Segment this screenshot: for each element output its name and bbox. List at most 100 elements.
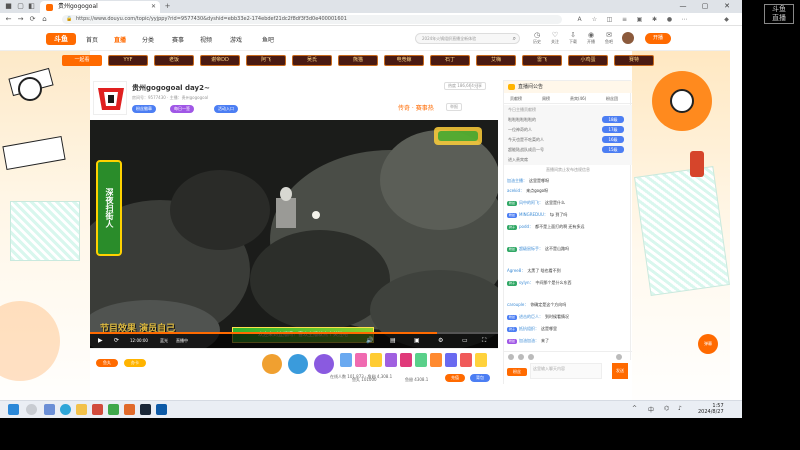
copilot-icon[interactable]: ◆ [722, 15, 731, 24]
site-search-input[interactable]: 2024年火锅组织直播全新体验 ⌕ [415, 33, 520, 44]
input-language[interactable]: 中 [648, 405, 654, 414]
app3-icon[interactable] [124, 404, 135, 415]
yuba-button[interactable]: ✉ 鱼吧 [602, 31, 616, 45]
split-view-icon[interactable]: ◫ [605, 15, 614, 24]
network-icon[interactable]: ⌬ [664, 405, 669, 412]
category-tag[interactable]: YYF [108, 55, 148, 66]
edge-icon[interactable] [60, 404, 71, 415]
gift-item-icon[interactable] [288, 354, 308, 374]
nav-games[interactable]: 游戏 [230, 35, 242, 44]
user-avatar[interactable] [622, 32, 634, 44]
category-tag[interactable]: 赛特 [614, 55, 654, 66]
gift-item-icon[interactable] [430, 353, 442, 367]
douyu-logo[interactable]: 斗鱼 [46, 33, 76, 45]
room-avatar[interactable] [93, 81, 127, 115]
tray-chevron-icon[interactable]: ^ [632, 405, 637, 412]
gift-item-icon[interactable] [415, 353, 427, 367]
close-window-icon[interactable]: ✕ [716, 0, 738, 13]
widgets-icon[interactable] [44, 404, 55, 415]
recharge-button[interactable]: 充值 [445, 374, 465, 382]
send-button[interactable]: 发送 [612, 363, 628, 379]
refresh-stream-icon[interactable]: ⟳ [114, 337, 119, 345]
category-tag[interactable]: 熊猫 [338, 55, 378, 66]
browser-tab[interactable]: 贵州gogogoal ✕ [40, 1, 160, 13]
back-icon[interactable]: ← [4, 15, 13, 24]
backpack-button[interactable]: 背包 [470, 374, 490, 382]
close-tab-icon[interactable]: ✕ [151, 1, 156, 13]
gift-promo-button[interactable]: 鱼丸 [96, 359, 118, 367]
nav-events[interactable]: 赛事 [172, 35, 184, 44]
theater-mode-icon[interactable]: ▭ [462, 337, 468, 345]
rank-row[interactable]: 今天也是不吃菜的人 16级 [508, 135, 630, 144]
category-tag[interactable]: 老饭 [154, 55, 194, 66]
app1-icon[interactable] [92, 404, 103, 415]
volume-icon[interactable]: 🔊 [366, 337, 373, 345]
fullscreen-icon[interactable]: ⛶ [482, 337, 486, 345]
profile-icon[interactable]: ● [665, 15, 674, 24]
quality-selector[interactable]: 蓝光 [160, 337, 168, 345]
url-field[interactable]: 🔒 https://www.douyu.com/topic/yyjppy?rid… [62, 15, 562, 24]
category-tag[interactable]: 雷飞 [522, 55, 562, 66]
maximize-icon[interactable]: ▢ [694, 0, 716, 13]
fan-badge-chip[interactable]: 粉丝徽章 [132, 105, 156, 113]
settings-more-icon[interactable]: ⋯ [680, 15, 689, 24]
gift-item-icon[interactable] [460, 353, 472, 367]
translate-icon[interactable]: A [575, 15, 584, 24]
danmaku-toggle-icon[interactable]: ▤ [390, 337, 396, 345]
gift-item-icon[interactable] [400, 353, 412, 367]
stream-button[interactable]: ◉ 开播 [584, 31, 598, 45]
favorites-list-icon[interactable]: ≡ [620, 15, 629, 24]
taskbar-clock[interactable]: 1:57 2024/8/27 [698, 403, 724, 415]
follow-tag[interactable]: 传奇 · 赛事热 [398, 103, 434, 112]
category-tag[interactable]: 艾嗨 [476, 55, 516, 66]
favorite-icon[interactable]: ☆ [590, 15, 599, 24]
rank-row[interactable]: 啦啦啦啦啦啦的 18级 [508, 115, 630, 124]
play-icon[interactable]: ▶ [98, 337, 103, 345]
chat-message[interactable]: 牌子 sylyn： 中间那个是什么东西 [507, 280, 631, 286]
tab-weekly[interactable]: 周榜 [542, 95, 550, 102]
collections-icon[interactable]: ▣ [635, 15, 644, 24]
video-player[interactable] [90, 120, 498, 348]
gift-item-icon[interactable] [340, 353, 352, 367]
category-tag[interactable]: 小鸡蛋 [568, 55, 608, 66]
steam-icon[interactable] [140, 404, 151, 415]
chat-message[interactable]: 粉丝 进击的巨人： 到时候看情况 [507, 314, 631, 320]
gift-item-icon[interactable] [475, 353, 487, 367]
picture-in-picture-icon[interactable]: ▣ [414, 337, 420, 345]
tab-vip[interactable]: 贵宾(46) [570, 95, 586, 102]
event-chip[interactable]: 活动入口 [214, 105, 238, 113]
app5-icon[interactable] [156, 404, 167, 415]
refresh-icon[interactable]: ⟳ [28, 15, 37, 24]
follow-button[interactable]: ♡ 关注 [548, 31, 562, 45]
share-button[interactable]: 分享 [470, 82, 486, 90]
windows-start-icon[interactable] [8, 404, 19, 415]
fan-badge[interactable]: 粉丝 [507, 368, 527, 376]
search-icon[interactable]: ⌕ [513, 34, 516, 43]
tab-contribution[interactable]: 贡献榜 [510, 95, 522, 102]
chat-message[interactable]: 粉丝 超级鼠标手： 这不是山路吗 [507, 246, 631, 252]
nav-video[interactable]: 视频 [200, 35, 212, 44]
gift-item-icon[interactable] [445, 353, 457, 367]
tab-fanclub[interactable]: 粉丝团 [606, 95, 618, 102]
extensions-icon[interactable]: ✱ [650, 15, 659, 24]
chat-message[interactable]: 粉丝 风中的阿飞： 这里是什么 [507, 200, 631, 206]
forward-icon[interactable]: → [16, 15, 25, 24]
history-button[interactable]: ◷ 历史 [530, 31, 544, 45]
chat-message[interactable]: 牌子 podd： 都不是上面打的啊 还有多远 [507, 224, 631, 230]
chat-message[interactable]: acekid： 来点gogo呀 [507, 188, 631, 194]
gift-item-icon[interactable] [370, 353, 382, 367]
search-icon[interactable] [26, 404, 37, 415]
rank-row[interactable]: 进入贵宾席 [508, 155, 630, 164]
explorer-icon[interactable] [76, 404, 87, 415]
chat-message[interactable]: 粉丝 MINGREDUU： tp 到了吗 [507, 212, 631, 218]
category-tag[interactable]: 阿飞 [246, 55, 286, 66]
tab-actions-icon[interactable]: ▢ [16, 2, 25, 11]
gift-item-icon[interactable] [262, 354, 282, 374]
chat-input[interactable]: 这里输入聊天内容 [530, 363, 602, 379]
app2-icon[interactable] [108, 404, 119, 415]
volume-tray-icon[interactable]: ♪ [678, 405, 682, 412]
chat-float-button[interactable]: 弹幕 [698, 334, 718, 354]
home-icon[interactable]: ⌂ [40, 15, 49, 24]
category-tag[interactable]: 电竞鲸 [384, 55, 424, 66]
download-button[interactable]: ⇩ 下载 [566, 31, 580, 45]
